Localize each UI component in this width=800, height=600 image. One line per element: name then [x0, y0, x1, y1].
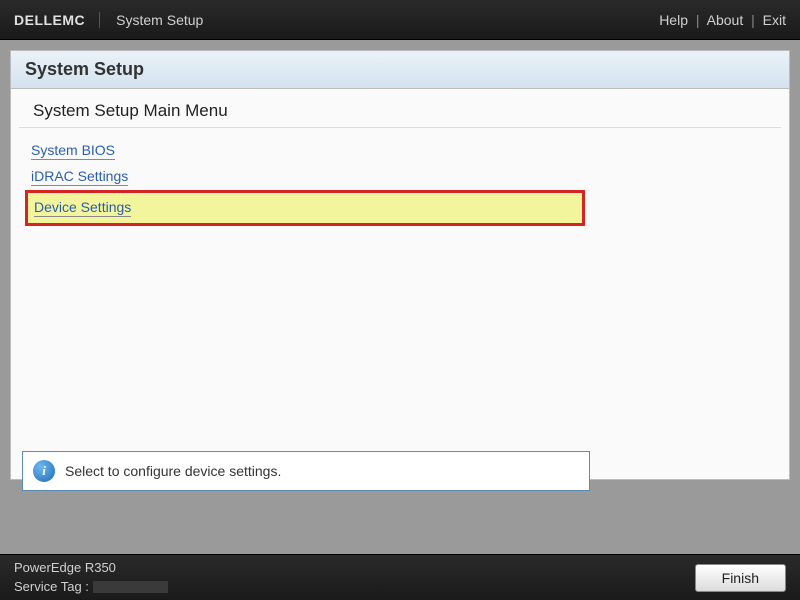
- info-message: Select to configure device settings.: [65, 463, 281, 479]
- menu-link[interactable]: System BIOS: [31, 142, 115, 160]
- help-link[interactable]: Help: [659, 12, 688, 28]
- info-box: i Select to configure device settings.: [22, 451, 590, 491]
- menu-item-idrac-settings[interactable]: iDRAC Settings: [25, 164, 585, 190]
- panel-title: System Setup: [11, 51, 789, 89]
- service-tag-value: [93, 581, 168, 593]
- service-tag-label: Service Tag :: [14, 579, 89, 594]
- brand-logo: DELLEMC: [14, 12, 100, 28]
- menu-link[interactable]: iDRAC Settings: [31, 168, 128, 186]
- menu-item-system-bios[interactable]: System BIOS: [25, 138, 585, 164]
- finish-button[interactable]: Finish: [695, 564, 786, 592]
- app-title: System Setup: [116, 12, 203, 28]
- menu-list: System BIOS iDRAC Settings Device Settin…: [25, 138, 775, 226]
- exit-link[interactable]: Exit: [763, 12, 786, 28]
- info-icon: i: [33, 460, 55, 482]
- top-bar-left: DELLEMC System Setup: [14, 12, 203, 28]
- top-bar-right: Help | About | Exit: [659, 12, 786, 28]
- menu-item-device-settings[interactable]: Device Settings: [25, 190, 585, 226]
- top-bar: DELLEMC System Setup Help | About | Exit: [0, 0, 800, 40]
- separator: |: [751, 12, 755, 28]
- menu-link[interactable]: Device Settings: [34, 199, 131, 217]
- main-panel: System Setup System Setup Main Menu Syst…: [10, 50, 790, 480]
- service-tag-row: Service Tag :: [14, 578, 168, 596]
- about-link[interactable]: About: [707, 12, 744, 28]
- bottom-bar: PowerEdge R350 Service Tag : Finish: [0, 554, 800, 600]
- separator: |: [696, 12, 700, 28]
- model-label: PowerEdge R350: [14, 559, 168, 577]
- footer-info: PowerEdge R350 Service Tag :: [14, 559, 168, 595]
- panel-subtitle: System Setup Main Menu: [19, 89, 781, 128]
- info-box-container: i Select to configure device settings.: [0, 451, 800, 501]
